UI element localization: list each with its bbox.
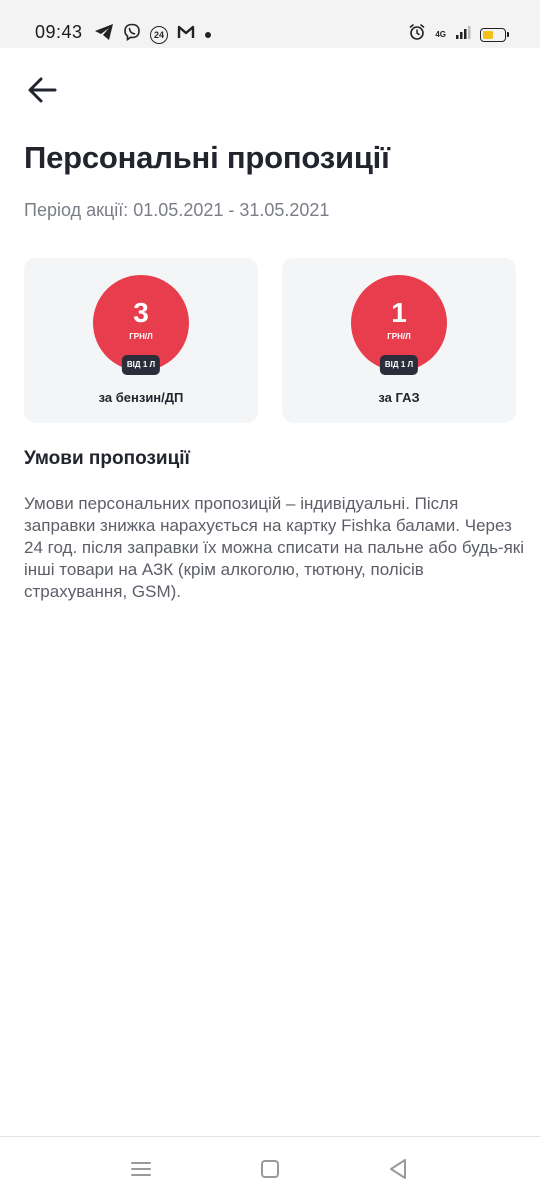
system-back-button[interactable] — [386, 1157, 410, 1181]
system-icons: 4G — [408, 23, 509, 46]
home-square-icon — [261, 1160, 279, 1178]
signal-icon — [455, 24, 471, 45]
minimum-volume-badge: ВІД 1 Л — [121, 355, 161, 375]
gmail-icon — [177, 24, 195, 45]
status-time: 09:43 — [35, 22, 83, 42]
menu-icon — [131, 1162, 151, 1176]
offer-card-gas: 1 ГРН/Л ВІД 1 Л за ГАЗ — [282, 258, 516, 423]
promo-period: Період акції: 01.05.2021 - 31.05.2021 — [24, 200, 330, 220]
back-button[interactable] — [24, 74, 60, 106]
telegram-icon — [94, 23, 114, 46]
minimum-volume-badge: ВІД 1 Л — [379, 355, 419, 375]
more-notifications-dot-icon — [204, 26, 212, 44]
conditions-title: Умови пропозиції — [24, 448, 190, 469]
home-button[interactable] — [258, 1157, 282, 1181]
offer-label: за бензин/ДП — [98, 390, 184, 405]
system-navigation-bar — [0, 1136, 540, 1200]
page-title: Персональні пропозиції — [24, 140, 390, 175]
news-24-icon: 24 — [150, 25, 168, 44]
recent-apps-button[interactable] — [129, 1157, 153, 1181]
alarm-icon — [408, 23, 426, 46]
notification-icons: 24 — [94, 23, 212, 46]
offer-card-fuel: 3 ГРН/Л ВІД 1 Л за бензин/ДП — [24, 258, 258, 423]
arrow-left-icon — [28, 77, 57, 103]
back-triangle-icon — [390, 1159, 406, 1179]
discount-unit: ГРН/Л — [387, 332, 411, 341]
discount-value: 1 — [391, 297, 407, 328]
status-bar: 09:43 24 4G — [0, 0, 540, 48]
battery-icon — [480, 27, 509, 42]
viber-icon — [123, 23, 141, 46]
network-type-label: 4G — [435, 29, 446, 39]
conditions-text: Умови персональних пропозицій – індивіду… — [24, 494, 525, 601]
offer-label: за ГАЗ — [378, 390, 420, 405]
discount-value: 3 — [133, 297, 149, 328]
discount-unit: ГРН/Л — [129, 332, 153, 341]
